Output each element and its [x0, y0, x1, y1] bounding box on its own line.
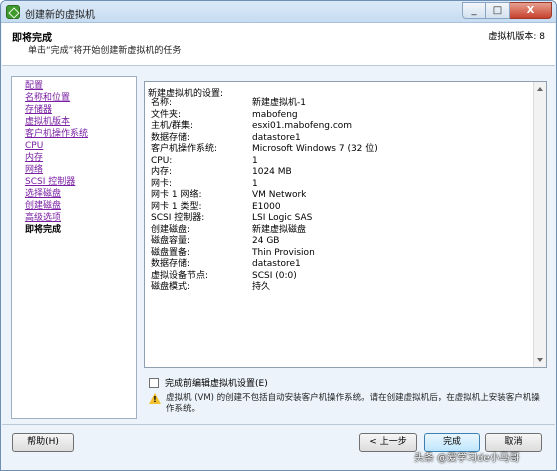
summary-value: SCSI (0:0) [252, 270, 297, 281]
summary-table: 名称: 新建虚拟机-1 文件夹: mabofeng 主机/群集: esxi01.mab… [151, 98, 531, 294]
summary-value: 新建虚拟磁盘 [252, 224, 307, 235]
back-button[interactable]: < 上一步 [359, 433, 417, 452]
summary-value: E1000 [252, 201, 281, 212]
step-link-name-location[interactable]: 名称和位置 [12, 92, 136, 104]
summary-key: SCSI 控制器: [151, 213, 205, 223]
summary-row: 虚拟设备节点: SCSI (0:0) [151, 271, 531, 283]
step-link-select-disk[interactable]: 选择磁盘 [12, 188, 136, 200]
summary-key: 文件夹: [151, 109, 182, 120]
summary-key: 创建磁盘: [151, 224, 191, 235]
scroll-up-arrow-icon[interactable] [537, 87, 543, 91]
warning-text: 虚拟机 (VM) 的创建不包括自动安装客户机操作系统。请在创建虚拟机后，在虚拟机… [166, 393, 540, 414]
help-button[interactable]: 帮助(H) [12, 433, 74, 452]
summary-row: 网卡: 1 [151, 179, 531, 191]
vsphere-app-icon [6, 5, 20, 19]
summary-key: 客户机操作系统: [151, 144, 218, 154]
summary-key: 数据存储: [151, 259, 191, 269]
summary-key: 磁盘模式: [151, 282, 191, 292]
summary-value: datastore1 [252, 259, 301, 269]
edit-settings-option[interactable]: 完成前编辑虚拟机设置(E) [149, 376, 268, 389]
title-bar[interactable]: 创建新的虚拟机 _ □ X [1, 1, 556, 23]
window-controls: _ □ X [462, 2, 552, 19]
step-link-scsi-controller[interactable]: SCSI 控制器 [12, 176, 136, 188]
summary-key: CPU: [151, 155, 173, 166]
summary-key: 磁盘容量: [151, 236, 191, 246]
summary-key: 名称: [151, 98, 173, 108]
summary-key: 网卡 1 类型: [151, 201, 202, 212]
settings-summary-panel: 新建虚拟机的设置: 名称: 新建虚拟机-1 文件夹: mabofeng 主机/群集:… [144, 81, 547, 368]
summary-key: 网卡: [151, 178, 173, 189]
watermark-text: 头条 @爱学习de小马哥 [414, 453, 520, 464]
step-link-storage[interactable]: 存储器 [12, 104, 136, 116]
summary-value: mabofeng [252, 109, 298, 120]
summary-value: 1 [252, 178, 258, 189]
step-link-create-disk[interactable]: 创建磁盘 [12, 200, 136, 212]
summary-row: 磁盘容量: 24 GB [151, 236, 531, 248]
wizard-steps-nav: 配置 名称和位置 存储器 虚拟机版本 客户机操作系统 CPU 内存 网络 SCS… [11, 76, 137, 419]
wizard-window: 创建新的虚拟机 _ □ X 即将完成 单击“完成”将开始创建新虚拟机的任务 虚拟… [0, 0, 557, 471]
minimize-button[interactable]: _ [462, 2, 486, 19]
summary-row: 数据存储: datastore1 [151, 259, 531, 271]
summary-row: 客户机操作系统: Microsoft Windows 7 (32 位) [151, 144, 531, 156]
summary-key: 磁盘置备: [151, 247, 191, 258]
summary-value: 新建虚拟机-1 [252, 98, 306, 108]
footer-divider [2, 424, 555, 425]
edit-settings-checkbox[interactable] [149, 377, 159, 388]
window-title: 创建新的虚拟机 [25, 10, 95, 21]
summary-row: 网卡 1 网络: VM Network [151, 190, 531, 202]
summary-key: 网卡 1 网络: [151, 190, 202, 200]
vm-version-label: 虚拟机版本: 8 [488, 32, 545, 42]
summary-row: 磁盘模式: 持久 [151, 282, 531, 294]
warning-icon-mark: ! [153, 395, 157, 404]
summary-value: Microsoft Windows 7 (32 位) [252, 144, 378, 154]
maximize-button[interactable]: □ [486, 2, 510, 19]
step-link-config[interactable]: 配置 [12, 80, 136, 92]
summary-value: 24 GB [252, 236, 280, 246]
summary-row: 磁盘置备: Thin Provision [151, 248, 531, 260]
summary-row: 文件夹: mabofeng [151, 110, 531, 122]
step-link-advanced[interactable]: 高级选项 [12, 212, 136, 224]
step-link-cpu[interactable]: CPU [12, 140, 136, 152]
summary-row: CPU: 1 [151, 156, 531, 168]
step-link-memory[interactable]: 内存 [12, 152, 136, 164]
summary-row: SCSI 控制器: LSI Logic SAS [151, 213, 531, 225]
scroll-down-arrow-icon[interactable] [537, 358, 543, 362]
summary-value: VM Network [252, 190, 307, 200]
edit-settings-label[interactable]: 完成前编辑虚拟机设置(E) [165, 376, 268, 389]
step-link-network[interactable]: 网络 [12, 164, 136, 176]
summary-row: 数据存储: datastore1 [151, 133, 531, 145]
summary-value: Thin Provision [252, 247, 315, 258]
summary-row: 名称: 新建虚拟机-1 [151, 98, 531, 110]
summary-key: 数据存储: [151, 132, 191, 143]
summary-row: 主机/群集: esxi01.mabofeng.com [151, 121, 531, 133]
summary-value: LSI Logic SAS [252, 213, 313, 223]
summary-value: 持久 [252, 282, 271, 292]
step-current-ready: 即将完成 [25, 225, 62, 235]
summary-row: 网卡 1 类型: E1000 [151, 202, 531, 214]
summary-row: 内存: 1024 MB [151, 167, 531, 179]
summary-key: 主机/群集: [151, 121, 194, 131]
close-button[interactable]: X [510, 2, 552, 19]
summary-scrollbar[interactable] [533, 82, 546, 367]
wizard-header: 即将完成 单击“完成”将开始创建新虚拟机的任务 虚拟机版本: 8 [2, 23, 555, 66]
page-title: 即将完成 [12, 33, 52, 44]
summary-key: 虚拟设备节点: [151, 270, 209, 281]
summary-key: 内存: [151, 167, 173, 177]
page-subtitle: 单击“完成”将开始创建新虚拟机的任务 [28, 46, 182, 56]
step-link-guest-os[interactable]: 客户机操作系统 [12, 128, 136, 140]
summary-row: 创建磁盘: 新建虚拟磁盘 [151, 225, 531, 237]
summary-value: esxi01.mabofeng.com [252, 121, 353, 131]
step-link-vm-version[interactable]: 虚拟机版本 [12, 116, 136, 128]
summary-value: 1 [252, 155, 258, 166]
summary-value: 1024 MB [252, 167, 292, 177]
summary-value: datastore1 [252, 132, 301, 143]
